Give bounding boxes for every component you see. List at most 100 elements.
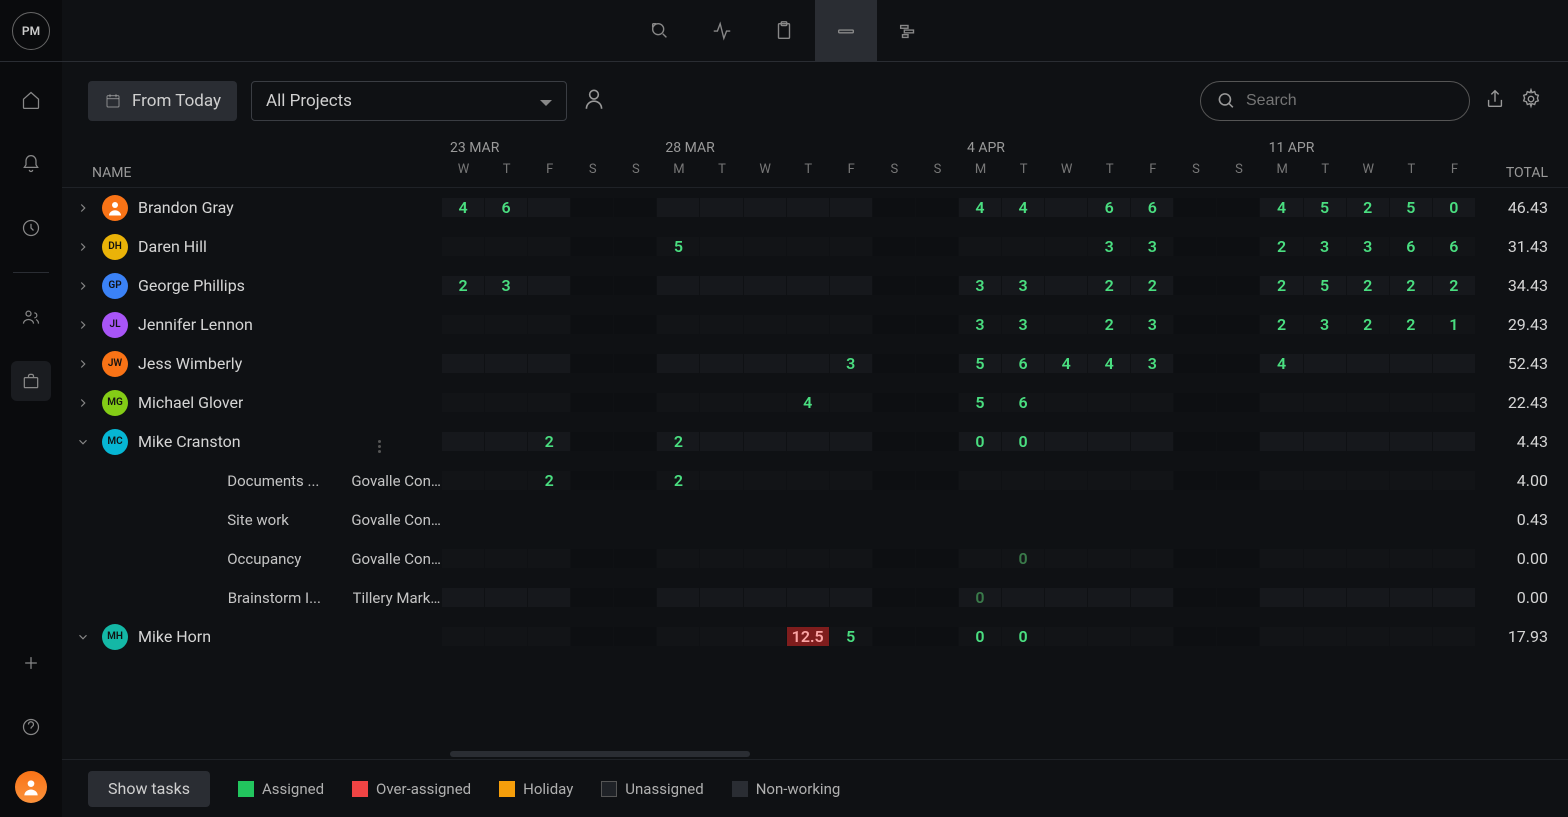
workload-cell[interactable]: 2 xyxy=(1347,315,1390,334)
workload-cell[interactable]: 0 xyxy=(959,627,1002,646)
workload-cell[interactable] xyxy=(657,354,700,373)
workload-cell[interactable] xyxy=(1217,588,1260,607)
workload-cell[interactable] xyxy=(873,315,916,334)
view-activity-icon[interactable] xyxy=(691,0,753,62)
workload-cell[interactable]: 0 xyxy=(959,432,1002,451)
workload-cell[interactable] xyxy=(442,588,485,607)
workload-cell[interactable] xyxy=(1217,237,1260,256)
workload-cell[interactable]: 0 xyxy=(1433,198,1476,217)
workload-cell[interactable] xyxy=(1217,393,1260,412)
workload-cell[interactable]: 3 xyxy=(1088,237,1131,256)
workload-cell[interactable] xyxy=(485,315,528,334)
workload-cell[interactable]: 2 xyxy=(528,471,571,490)
workload-cell[interactable] xyxy=(614,354,657,373)
workload-cell[interactable] xyxy=(614,432,657,451)
workload-cell[interactable] xyxy=(830,276,873,295)
workload-cell[interactable] xyxy=(1045,393,1088,412)
workload-cell[interactable] xyxy=(1131,588,1174,607)
workload-cell[interactable] xyxy=(873,237,916,256)
person-filter-icon[interactable] xyxy=(581,86,607,116)
workload-cell[interactable] xyxy=(1045,627,1088,646)
workload-cell[interactable]: 0 xyxy=(1002,432,1045,451)
workload-cell[interactable] xyxy=(1088,471,1131,490)
workload-cell[interactable] xyxy=(614,471,657,490)
chevron-down-icon[interactable] xyxy=(74,435,92,449)
workload-cell[interactable] xyxy=(873,198,916,217)
workload-cell[interactable]: 6 xyxy=(485,198,528,217)
workload-cell[interactable] xyxy=(830,393,873,412)
workload-cell[interactable]: 3 xyxy=(1002,276,1045,295)
workload-cell[interactable] xyxy=(744,471,787,490)
workload-cell[interactable] xyxy=(873,471,916,490)
workload-cell[interactable] xyxy=(916,432,959,451)
workload-cell[interactable] xyxy=(916,276,959,295)
workload-cell[interactable]: 6 xyxy=(1088,198,1131,217)
workload-cell[interactable] xyxy=(528,237,571,256)
workload-cell[interactable] xyxy=(657,315,700,334)
workload-cell[interactable] xyxy=(1433,588,1476,607)
workload-cell[interactable] xyxy=(1304,627,1347,646)
workload-cell[interactable]: 6 xyxy=(1390,237,1433,256)
workload-cell[interactable] xyxy=(916,237,959,256)
workload-cell[interactable] xyxy=(571,471,614,490)
workload-cell[interactable] xyxy=(1045,549,1088,568)
workload-cell[interactable] xyxy=(744,588,787,607)
workload-cell[interactable] xyxy=(571,315,614,334)
workload-cell[interactable] xyxy=(1260,549,1303,568)
workload-cell[interactable] xyxy=(1347,627,1390,646)
workload-cell[interactable] xyxy=(830,198,873,217)
workload-cell[interactable] xyxy=(700,354,743,373)
workload-cell[interactable] xyxy=(1260,627,1303,646)
workload-cell[interactable] xyxy=(485,549,528,568)
from-today-button[interactable]: From Today xyxy=(88,81,237,121)
share-icon[interactable] xyxy=(1484,88,1506,114)
view-workload-icon[interactable] xyxy=(815,0,877,62)
workload-cell[interactable]: 3 xyxy=(1002,315,1045,334)
workload-cell[interactable] xyxy=(614,237,657,256)
workload-cell[interactable] xyxy=(1088,432,1131,451)
view-zoom-icon[interactable] xyxy=(629,0,691,62)
workload-cell[interactable]: 0 xyxy=(959,588,1002,607)
workload-cell[interactable]: 2 xyxy=(1260,276,1303,295)
workload-cell[interactable] xyxy=(657,627,700,646)
workload-cell[interactable]: 2 xyxy=(1390,315,1433,334)
workload-cell[interactable] xyxy=(657,198,700,217)
workload-cell[interactable]: 4 xyxy=(1260,198,1303,217)
workload-cell[interactable] xyxy=(787,198,830,217)
workload-cell[interactable] xyxy=(571,198,614,217)
workload-cell[interactable]: 2 xyxy=(1131,276,1174,295)
workload-cell[interactable]: 2 xyxy=(657,432,700,451)
workload-cell[interactable]: 5 xyxy=(657,237,700,256)
workload-cell[interactable] xyxy=(1433,354,1476,373)
workload-cell[interactable] xyxy=(1002,471,1045,490)
workload-cell[interactable] xyxy=(1260,432,1303,451)
workload-cell[interactable] xyxy=(1260,393,1303,412)
workload-cell[interactable] xyxy=(614,549,657,568)
workload-cell[interactable]: 2 xyxy=(1390,276,1433,295)
workload-cell[interactable] xyxy=(1131,432,1174,451)
workload-cell[interactable] xyxy=(1433,549,1476,568)
workload-cell[interactable] xyxy=(700,471,743,490)
workload-cell[interactable] xyxy=(485,627,528,646)
workload-cell[interactable] xyxy=(916,198,959,217)
workload-cell[interactable] xyxy=(744,198,787,217)
workload-cell[interactable] xyxy=(1131,393,1174,412)
workload-cell[interactable] xyxy=(614,276,657,295)
workload-cell[interactable] xyxy=(485,393,528,412)
workload-cell[interactable] xyxy=(959,471,1002,490)
workload-cell[interactable] xyxy=(1390,393,1433,412)
workload-cell[interactable]: 3 xyxy=(830,354,873,373)
workload-cell[interactable] xyxy=(787,549,830,568)
chevron-right-icon[interactable] xyxy=(74,357,92,371)
workload-cell[interactable]: 0 xyxy=(1002,549,1045,568)
workload-cell[interactable]: 2 xyxy=(1260,237,1303,256)
workload-cell[interactable] xyxy=(1131,471,1174,490)
workload-cell[interactable] xyxy=(1347,354,1390,373)
workload-cell[interactable]: 3 xyxy=(959,276,1002,295)
workload-cell[interactable] xyxy=(657,276,700,295)
workload-cell[interactable] xyxy=(1390,627,1433,646)
workload-cell[interactable] xyxy=(700,276,743,295)
workload-cell[interactable] xyxy=(744,393,787,412)
workload-cell[interactable] xyxy=(657,549,700,568)
workload-cell[interactable] xyxy=(959,237,1002,256)
